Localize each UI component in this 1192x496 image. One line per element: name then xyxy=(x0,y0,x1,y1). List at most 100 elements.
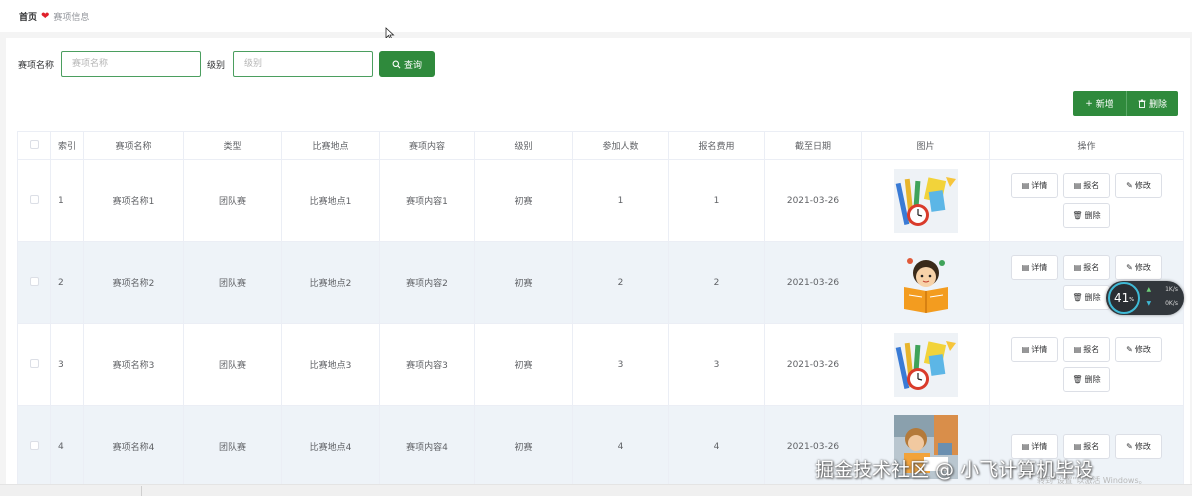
download-unit: K/s xyxy=(1168,300,1178,307)
row-checkbox[interactable] xyxy=(17,241,51,324)
edit-button[interactable]: ✎ 修改 xyxy=(1115,255,1162,280)
cell-level: 初赛 xyxy=(474,405,573,488)
trash-icon xyxy=(1138,99,1146,108)
cell-location: 比赛地点3 xyxy=(281,323,380,406)
cell-deadline: 2021-03-26 xyxy=(764,241,862,324)
cell-participants: 4 xyxy=(572,405,669,488)
cell-location: 比赛地点1 xyxy=(281,159,380,242)
search-name-label: 赛项名称 xyxy=(18,61,55,71)
delete-button-label: 删除 xyxy=(1084,293,1101,302)
detail-button-label: 详情 xyxy=(1031,263,1048,272)
delete-button-label: 删除 xyxy=(1084,375,1101,384)
cell-level: 初赛 xyxy=(474,323,573,406)
column-header: 报名费用 xyxy=(668,131,765,160)
document-icon: ▤ xyxy=(1073,263,1082,272)
trash-icon: 🗑 xyxy=(1072,375,1083,384)
cell-actions: ▤ 详情 ▤ 报名 ✎ 修改 🗑 删除 xyxy=(989,159,1184,242)
table-header-row: 索引 赛项名称 类型 比赛地点 赛项内容 级别 参加人数 报名费用 截至日期 图… xyxy=(17,131,1184,160)
table-row: 1 赛项名称1 团队赛 比赛地点1 赛项内容1 初赛 1 1 2021-03-2… xyxy=(17,159,1184,242)
column-header: 截至日期 xyxy=(764,131,862,160)
cell-content: 赛项内容3 xyxy=(379,323,475,406)
cell-name: 赛项名称3 xyxy=(83,323,184,406)
search-name-input[interactable] xyxy=(61,51,201,77)
data-table: 索引 赛项名称 类型 比赛地点 赛项内容 级别 参加人数 报名费用 截至日期 图… xyxy=(17,131,1184,488)
row-checkbox[interactable] xyxy=(17,159,51,242)
row-checkbox[interactable] xyxy=(17,323,51,406)
edit-icon: ✎ xyxy=(1126,263,1133,272)
stationery-clock-image xyxy=(893,168,958,233)
edit-button[interactable]: ✎ 修改 xyxy=(1115,337,1162,362)
breadcrumb: 首页 ❤ 赛项信息 xyxy=(19,10,89,23)
add-button-label: 新增 xyxy=(1095,100,1114,110)
edit-button[interactable]: ✎ 修改 xyxy=(1115,434,1162,459)
column-header: 操作 xyxy=(989,131,1184,160)
document-icon: ▤ xyxy=(1021,345,1030,354)
detail-button-label: 详情 xyxy=(1031,181,1048,190)
signup-button[interactable]: ▤ 报名 xyxy=(1063,255,1110,280)
column-header: 类型 xyxy=(183,131,282,160)
cell-actions: ▤ 详情 ▤ 报名 ✎ 修改 🗑 删除 xyxy=(989,323,1184,406)
edit-button[interactable]: ✎ 修改 xyxy=(1115,173,1162,198)
column-header: 索引 xyxy=(50,131,84,160)
detail-button-label: 详情 xyxy=(1031,442,1048,451)
delete-button[interactable]: 🗑 删除 xyxy=(1063,285,1110,310)
add-button[interactable]: + 新增 xyxy=(1073,91,1126,116)
edit-button-label: 修改 xyxy=(1134,263,1151,272)
select-all-checkbox[interactable] xyxy=(17,131,51,160)
stationery-clock-image xyxy=(893,332,958,397)
reading-child-image xyxy=(893,250,958,315)
cell-location: 比赛地点4 xyxy=(281,405,380,488)
cell-index: 3 xyxy=(50,323,84,406)
cell-location: 比赛地点2 xyxy=(281,241,380,324)
cell-content: 赛项内容2 xyxy=(379,241,475,324)
upload-speed: ▲ 1K/s xyxy=(1146,286,1178,293)
table-row: 3 赛项名称3 团队赛 比赛地点3 赛项内容3 初赛 3 3 2021-03-2… xyxy=(17,323,1184,406)
cell-content: 赛项内容4 xyxy=(379,405,475,488)
watermark-text: 掘金技术社区 @ 小飞计算机毕设 xyxy=(815,459,1094,481)
speed-percent: 41% xyxy=(1108,282,1140,314)
edit-button-label: 修改 xyxy=(1134,442,1151,451)
query-button-label: 查询 xyxy=(403,60,422,71)
cell-deadline: 2021-03-26 xyxy=(764,323,862,406)
detail-button-label: 详情 xyxy=(1031,345,1048,354)
bottom-divider xyxy=(141,486,142,496)
detail-button[interactable]: ▤ 详情 xyxy=(1011,337,1058,362)
row-checkbox[interactable] xyxy=(17,405,51,488)
speed-percent-value: 41 xyxy=(1113,291,1130,305)
edit-icon: ✎ xyxy=(1126,442,1133,451)
document-icon: ▤ xyxy=(1021,181,1030,190)
delete-button-label: 删除 xyxy=(1084,211,1101,220)
cell-participants: 2 xyxy=(572,241,669,324)
cell-participants: 1 xyxy=(572,159,669,242)
cell-index: 1 xyxy=(50,159,84,242)
detail-button[interactable]: ▤ 详情 xyxy=(1011,255,1058,280)
delete-button[interactable]: 🗑 删除 xyxy=(1063,367,1110,392)
signup-button[interactable]: ▤ 报名 xyxy=(1063,173,1110,198)
table-row: 2 赛项名称2 团队赛 比赛地点2 赛项内容2 初赛 2 2 2021-03-2… xyxy=(17,241,1184,324)
query-button[interactable]: 查询 xyxy=(379,51,435,77)
bottom-scrollbar[interactable] xyxy=(0,484,1192,496)
heart-icon: ❤ xyxy=(41,11,50,22)
cell-fee: 1 xyxy=(668,159,765,242)
cell-image xyxy=(861,241,990,324)
network-speed-widget[interactable]: 41% ▲ 1K/s ▼ 0K/s xyxy=(1106,281,1184,315)
breadcrumb-home[interactable]: 首页 xyxy=(19,10,37,23)
cell-image xyxy=(861,159,990,242)
delete-button[interactable]: 🗑 删除 xyxy=(1063,203,1110,228)
cell-type: 团队赛 xyxy=(183,241,282,324)
document-icon: ▤ xyxy=(1021,263,1030,272)
signup-button[interactable]: ▤ 报名 xyxy=(1063,337,1110,362)
cell-image xyxy=(861,323,990,406)
cell-deadline: 2021-03-26 xyxy=(764,159,862,242)
column-header: 赛项名称 xyxy=(83,131,184,160)
cell-type: 团队赛 xyxy=(183,405,282,488)
signup-button-label: 报名 xyxy=(1083,181,1100,190)
edit-button-label: 修改 xyxy=(1134,181,1151,190)
batch-delete-button[interactable]: 删除 xyxy=(1126,91,1178,116)
search-level-input[interactable] xyxy=(233,51,373,77)
detail-button[interactable]: ▤ 详情 xyxy=(1011,173,1058,198)
edit-icon: ✎ xyxy=(1126,345,1133,354)
cell-fee: 2 xyxy=(668,241,765,324)
signup-button-label: 报名 xyxy=(1083,345,1100,354)
column-header: 赛项内容 xyxy=(379,131,475,160)
